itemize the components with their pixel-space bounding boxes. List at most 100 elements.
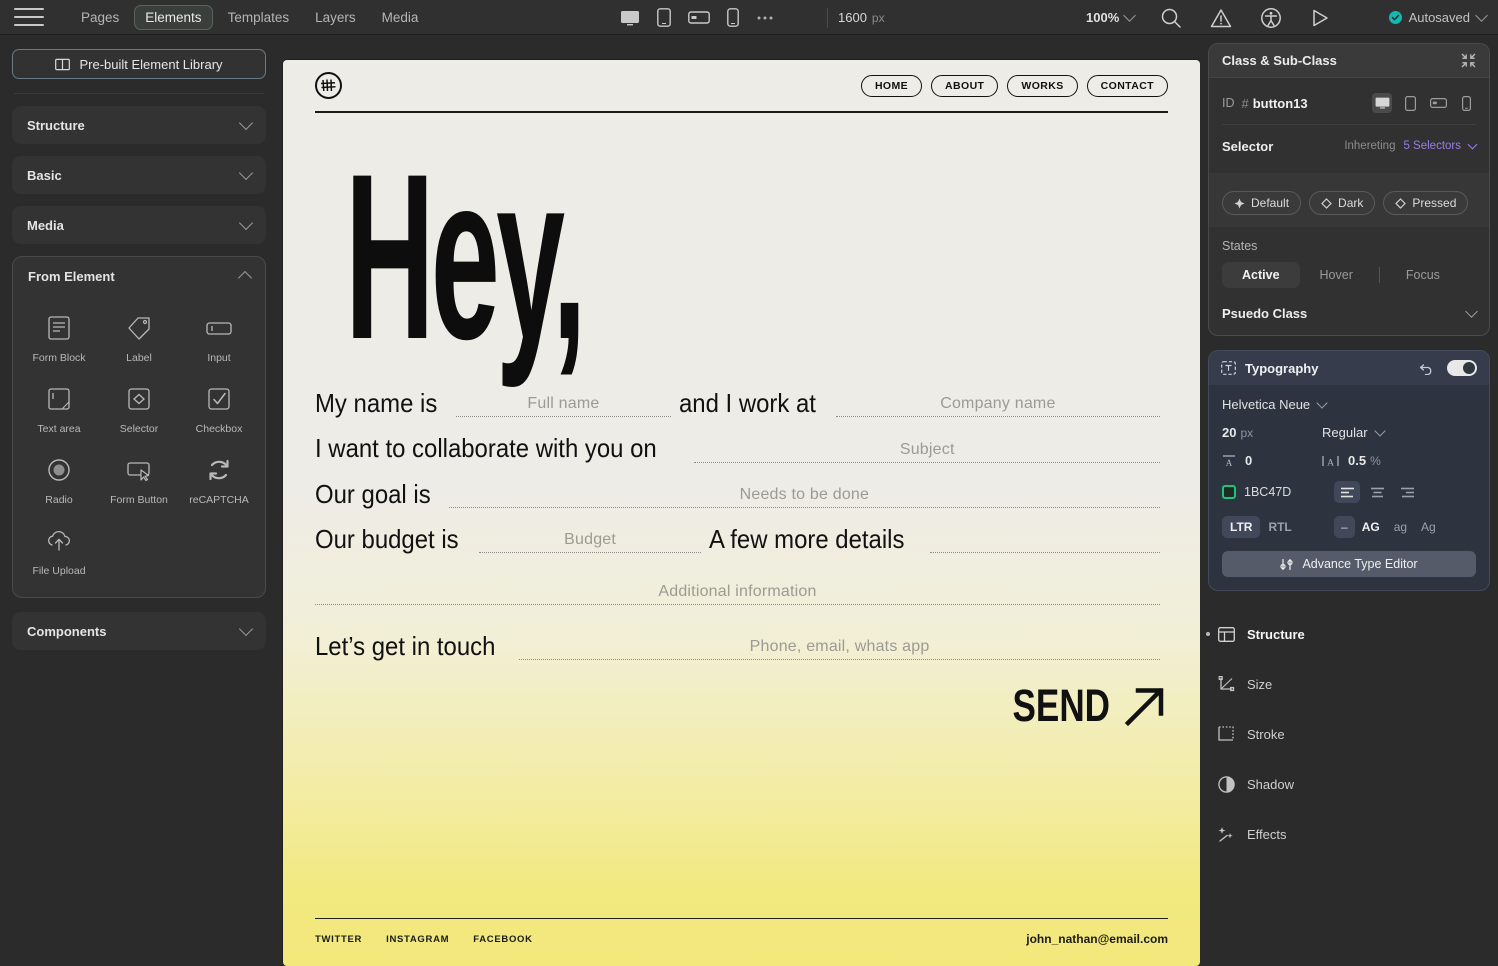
element-form-block[interactable]: Form Block	[19, 305, 99, 370]
pseudo-class-row[interactable]: Psuedo Class	[1209, 294, 1489, 327]
input-subject[interactable]: Subject	[694, 437, 1160, 463]
mobile-icon[interactable]	[727, 8, 739, 27]
element-radio[interactable]: Radio	[19, 447, 99, 512]
desktop-icon[interactable]	[1372, 93, 1392, 113]
desktop-icon[interactable]	[620, 10, 640, 26]
advance-type-editor-button[interactable]: Advance Type Editor	[1222, 551, 1476, 577]
more-icon[interactable]	[756, 15, 774, 21]
tablet-icon[interactable]	[657, 8, 671, 27]
element-checkbox[interactable]: Checkbox	[179, 376, 259, 441]
text-case-lowercase[interactable]: ag	[1387, 516, 1414, 538]
text-case-capitalize[interactable]: Ag	[1414, 516, 1443, 538]
social-facebook[interactable]: FACEBOOK	[473, 934, 532, 945]
font-family-row[interactable]: Helvetica Neue	[1222, 396, 1476, 412]
input-company-name[interactable]: Company name	[835, 391, 1160, 418]
accordion-components[interactable]: Components	[12, 612, 266, 650]
section-effects[interactable]: Effects	[1200, 809, 1498, 859]
search-icon[interactable]	[1160, 7, 1182, 29]
contact-email[interactable]: john_nathan@email.com	[1026, 932, 1168, 946]
section-structure[interactable]: Structure	[1200, 609, 1498, 659]
font-weight-select[interactable]: Regular	[1322, 424, 1386, 440]
element-text-area[interactable]: Text area	[19, 376, 99, 441]
align-left-icon[interactable]	[1334, 481, 1360, 503]
toolbar-actions	[1160, 0, 1330, 35]
chevron-down-icon[interactable]	[1467, 139, 1478, 149]
element-input[interactable]: Input	[179, 305, 259, 370]
input-needs-to-be-done[interactable]: Needs to be done	[448, 482, 1160, 508]
state-active[interactable]: Active	[1222, 262, 1300, 288]
accordion-from-element-header[interactable]: From Element	[13, 257, 265, 295]
prebuilt-element-library-button[interactable]: Pre-built Element Library	[12, 49, 266, 79]
accordion-basic[interactable]: Basic	[12, 156, 266, 194]
breakpoint-width-field[interactable]: 1600 px	[838, 0, 885, 35]
tab-elements[interactable]: Elements	[134, 4, 213, 30]
section-stroke[interactable]: Stroke	[1200, 709, 1498, 759]
tablet-landscape-icon[interactable]	[688, 10, 710, 25]
align-center-icon[interactable]	[1364, 481, 1390, 503]
chip-pressed[interactable]: Pressed	[1383, 191, 1469, 215]
text-case-none[interactable]: –	[1334, 516, 1355, 538]
text-area-icon	[42, 382, 76, 416]
letter-spacing-field[interactable]: A 0.5 %	[1322, 453, 1381, 468]
type-icon	[1221, 361, 1236, 375]
monogram-logo-icon[interactable]	[315, 72, 342, 99]
element-id-value[interactable]: button13	[1253, 96, 1308, 111]
social-twitter[interactable]: TWITTER	[315, 934, 362, 945]
direction-rtl[interactable]: RTL	[1260, 516, 1299, 538]
tab-layers[interactable]: Layers	[304, 5, 367, 30]
tab-templates[interactable]: Templates	[217, 5, 301, 30]
input-additional-information[interactable]: Additional information	[315, 571, 1160, 606]
element-recaptcha[interactable]: reCAPTCHA	[179, 447, 259, 512]
input-full-name[interactable]: Full name	[455, 391, 671, 418]
nav-about[interactable]: ABOUT	[931, 74, 999, 97]
element-form-button[interactable]: Form Button	[99, 447, 179, 512]
warning-icon[interactable]	[1210, 8, 1232, 28]
field-label-my-name-is: My name is	[315, 388, 438, 418]
send-button[interactable]: SEND	[985, 680, 1168, 732]
state-hover[interactable]: Hover	[1300, 262, 1373, 288]
preview-play-icon[interactable]	[1310, 8, 1330, 28]
text-case-uppercase[interactable]: AG	[1355, 516, 1387, 538]
device-breakpoint-group	[620, 0, 774, 35]
font-size-field[interactable]: 20 px	[1222, 425, 1322, 440]
hamburger-icon[interactable]	[14, 8, 44, 26]
element-selector[interactable]: Selector	[99, 376, 179, 441]
text-color-field[interactable]: 1BC47D	[1222, 485, 1334, 499]
element-input-label: Input	[207, 352, 231, 364]
state-focus[interactable]: Focus	[1386, 262, 1460, 288]
typography-enable-toggle[interactable]	[1447, 360, 1477, 376]
section-shadow[interactable]: Shadow	[1200, 759, 1498, 809]
accessibility-icon[interactable]	[1260, 7, 1282, 29]
tablet-icon[interactable]	[1400, 93, 1420, 113]
section-size[interactable]: Size	[1200, 659, 1498, 709]
tab-pages[interactable]: Pages	[70, 5, 130, 30]
social-instagram[interactable]: INSTAGRAM	[386, 934, 449, 945]
element-label[interactable]: Label	[99, 305, 179, 370]
accordion-media[interactable]: Media	[12, 206, 266, 244]
svg-text:A: A	[1327, 458, 1334, 468]
selector-count[interactable]: 5 Selectors	[1403, 140, 1461, 152]
collapse-arrows-icon[interactable]	[1461, 53, 1476, 68]
design-canvas[interactable]: HOME ABOUT WORKS CONTACT Hey, My name is…	[283, 60, 1200, 966]
line-height-field[interactable]: A 0	[1222, 453, 1322, 468]
nav-contact[interactable]: CONTACT	[1086, 74, 1168, 97]
input-budget[interactable]: Budget	[479, 527, 702, 554]
zoom-control[interactable]: 100%	[1086, 0, 1137, 35]
undo-icon[interactable]	[1419, 362, 1434, 375]
chip-dark[interactable]: Dark	[1309, 191, 1376, 215]
chip-pressed-label: Pressed	[1412, 196, 1457, 210]
tab-media[interactable]: Media	[371, 5, 430, 30]
tablet-landscape-icon[interactable]	[1428, 93, 1448, 113]
sliders-icon	[1280, 558, 1294, 571]
direction-ltr[interactable]: LTR	[1222, 516, 1261, 538]
element-file-upload[interactable]: File Upload	[19, 518, 99, 583]
chip-default[interactable]: Default	[1222, 191, 1302, 215]
nav-works[interactable]: WORKS	[1007, 74, 1078, 97]
input-more-details[interactable]	[929, 527, 1160, 554]
mobile-icon[interactable]	[1456, 93, 1476, 113]
align-right-icon[interactable]	[1394, 481, 1420, 503]
nav-home[interactable]: HOME	[860, 74, 923, 97]
save-status[interactable]: Autosaved	[1388, 0, 1488, 35]
input-contact[interactable]: Phone, email, whats app	[519, 634, 1160, 661]
accordion-structure[interactable]: Structure	[12, 106, 266, 144]
